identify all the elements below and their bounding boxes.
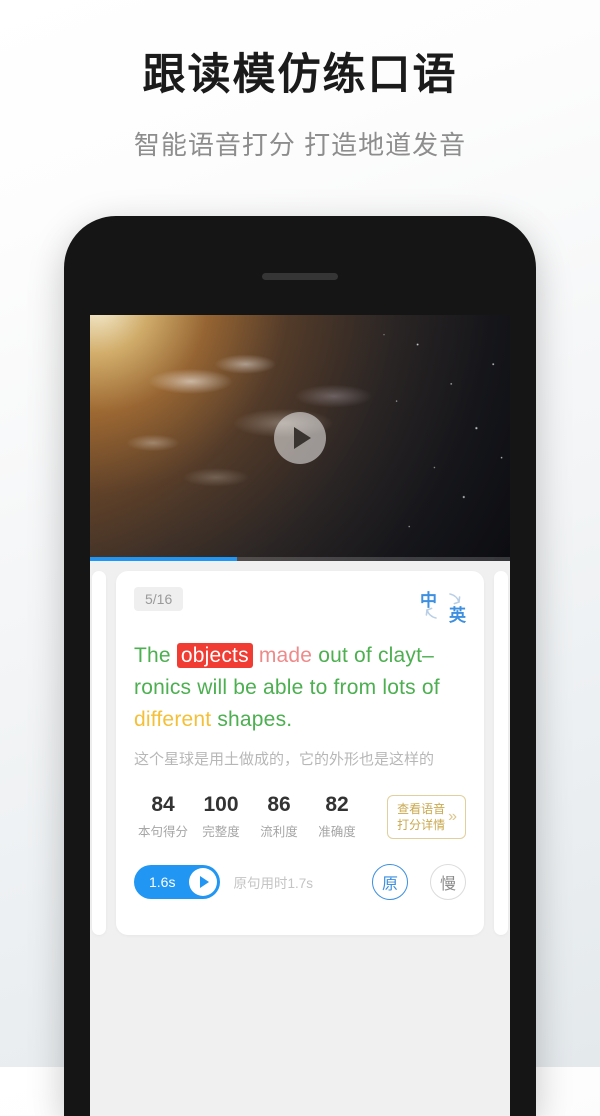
card-peek-left[interactable] (92, 571, 106, 935)
sentence-word: made (258, 644, 313, 667)
my-recording-play-button[interactable]: 1.6s (134, 865, 221, 900)
page-subtitle: 智能语音打分 打造地道发音 (133, 130, 467, 161)
recording-duration-label: 1.6s (149, 874, 176, 891)
lang-en-label: 英 (449, 606, 466, 625)
score-value: 86 (267, 793, 291, 817)
phone-speaker-grille (262, 273, 338, 280)
score-label: 本句得分 (137, 825, 188, 840)
score-label: 准确度 (318, 825, 356, 840)
sentence-translation: 这个星球是用土做成的，它的外形也是这样的 (134, 750, 435, 768)
sentence-word: different (134, 707, 212, 731)
sentence-card: 5/16 中 英 The objects made out of clayt–r… (116, 571, 484, 935)
original-duration-label: 原句用时1.7s (233, 876, 313, 892)
play-icon (200, 876, 210, 889)
sentence-word: The (134, 644, 177, 667)
score-label: 完整度 (202, 825, 240, 840)
play-slow-button[interactable]: 慢 (430, 864, 466, 901)
play-original-button[interactable]: 原 (372, 864, 408, 901)
practice-sentence: The objects made out of clayt–ronics wil… (134, 640, 466, 736)
score-row: 84 本句得分 100 完整度 86 流利度 82 准确度 查看语音 打分详情 » (134, 793, 466, 840)
score-value: 100 (203, 793, 239, 817)
score-value: 84 (151, 793, 175, 817)
sentence-word: objects (176, 643, 253, 668)
play-recording-icon[interactable] (189, 868, 218, 897)
score-item: 86 流利度 (250, 793, 308, 840)
view-score-detail-button[interactable]: 查看语音 打分详情 » (387, 794, 466, 839)
playback-controls: 1.6s 原句用时1.7s 原 慢 (134, 864, 466, 901)
chevron-right-icon: » (448, 807, 457, 825)
score-label: 流利度 (260, 825, 298, 840)
sentence-word: shapes. (211, 707, 293, 731)
video-player[interactable] (90, 315, 510, 561)
detail-button-line1: 查看语音 (397, 801, 446, 816)
lang-zh-label: 中 (420, 591, 437, 610)
card-peek-right[interactable] (494, 571, 508, 935)
promo-header: 跟读模仿练口语 智能语音打分 打造地道发音 (0, 0, 600, 162)
card-carousel[interactable]: 5/16 中 英 The objects made out of clayt–r… (90, 571, 510, 935)
page-title: 跟读模仿练口语 (142, 51, 458, 99)
score-item: 82 准确度 (308, 793, 366, 840)
video-play-button[interactable] (274, 412, 326, 464)
sentence-card-area: 5/16 中 英 The objects made out of clayt–r… (90, 561, 510, 1116)
score-item: 100 完整度 (192, 793, 250, 840)
phone-screen: 5/16 中 英 The objects made out of clayt–r… (90, 315, 510, 1116)
detail-button-line2: 打分详情 (397, 817, 446, 832)
card-header-row: 5/16 中 英 (134, 587, 466, 625)
phone-mockup: 5/16 中 英 The objects made out of clayt–r… (64, 216, 536, 1116)
language-switch-icon[interactable]: 中 英 (420, 587, 466, 625)
score-item: 84 本句得分 (134, 793, 192, 840)
score-value: 82 (325, 793, 349, 817)
sentence-index-badge: 5/16 (134, 587, 184, 611)
play-icon (294, 427, 311, 449)
